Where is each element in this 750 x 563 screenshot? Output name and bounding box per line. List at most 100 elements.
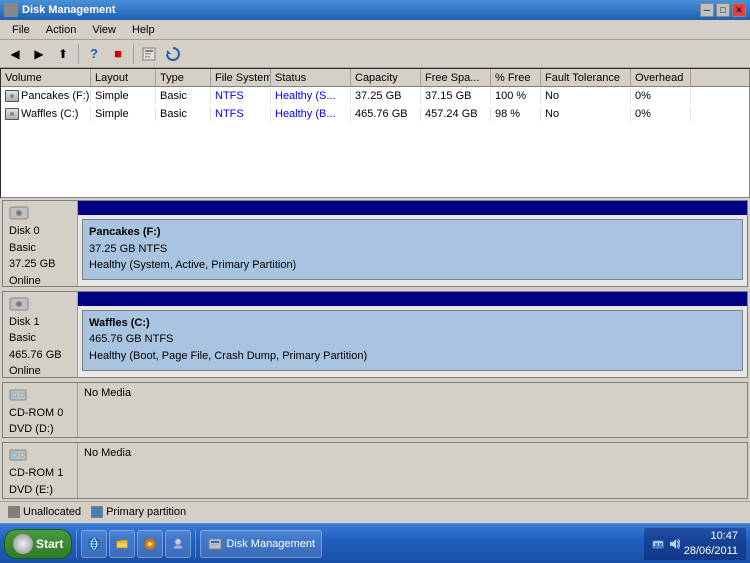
cell-free-1: 457.24 GB	[421, 107, 491, 121]
disk-1-status: Online	[9, 363, 71, 380]
cell-volume-0: Pancakes (F:)	[1, 89, 91, 103]
disk-1-partitions: Waffles (C:) 465.76 GB NTFS Healthy (Boo…	[78, 306, 747, 377]
cdrom-1-label: CD-ROM 1 DVD (E:)	[3, 443, 78, 497]
cell-type-0: Basic	[156, 89, 211, 103]
window-controls: ─ □ ✕	[700, 3, 746, 17]
disk-0-partitions: Pancakes (F:) 37.25 GB NTFS Healthy (Sys…	[78, 215, 747, 286]
table-row[interactable]: Pancakes (F:) Simple Basic NTFS Healthy …	[1, 87, 749, 105]
quick-launch-ie[interactable]	[81, 530, 107, 558]
disk-0-partition[interactable]: Pancakes (F:) 37.25 GB NTFS Healthy (Sys…	[82, 219, 743, 280]
cdrom-1-content: No Media	[78, 443, 747, 497]
header-type[interactable]: Type	[156, 69, 211, 86]
stop-button[interactable]: ■	[107, 43, 129, 65]
media-icon	[144, 536, 156, 552]
disk-1-partition-size: 465.76 GB NTFS	[89, 331, 736, 348]
quick-launch-media[interactable]	[137, 530, 163, 558]
legend-unallocated: Unallocated	[8, 506, 81, 518]
properties-button[interactable]	[138, 43, 160, 65]
cell-layout-1: Simple	[91, 107, 156, 121]
disk-1-id: Disk 1	[9, 314, 71, 331]
menu-view[interactable]: View	[84, 22, 124, 38]
cell-fault-0: No	[541, 89, 631, 103]
cell-pct-0: 100 %	[491, 89, 541, 103]
cdrom-1-id: CD-ROM 1	[9, 465, 71, 482]
cell-overhead-1: 0%	[631, 107, 691, 121]
cell-status-0: Healthy (S...	[271, 89, 351, 103]
refresh-button[interactable]	[162, 43, 184, 65]
help-button[interactable]: ?	[83, 43, 105, 65]
disk-1-partition-status: Healthy (Boot, Page File, Crash Dump, Pr…	[89, 348, 736, 365]
properties-icon	[141, 46, 157, 62]
header-status[interactable]: Status	[271, 69, 351, 86]
start-button[interactable]: Start	[4, 529, 72, 559]
window-title: Disk Management	[22, 4, 116, 16]
disk-0-type: Basic	[9, 240, 71, 257]
network-icon	[652, 537, 664, 551]
main-window: Disk Management ─ □ ✕ File Action View H…	[0, 0, 750, 563]
forward-button[interactable]: ▶	[28, 43, 50, 65]
header-pct[interactable]: % Free	[491, 69, 541, 86]
disk-1-label: Disk 1 Basic 465.76 GB Online	[3, 292, 78, 377]
volume-table: Volume Layout Type File System Status Ca…	[0, 68, 750, 198]
quick-launch-folder[interactable]	[109, 530, 135, 558]
header-volume[interactable]: Volume	[1, 69, 91, 86]
app-icon	[4, 3, 18, 17]
header-capacity[interactable]: Capacity	[351, 69, 421, 86]
cell-fs-0: NTFS	[211, 89, 271, 103]
ie-icon	[88, 536, 100, 552]
disk-1-header-bar	[78, 292, 747, 306]
disk-icon-1	[5, 108, 19, 120]
disk-1-partition[interactable]: Waffles (C:) 465.76 GB NTFS Healthy (Boo…	[82, 310, 743, 371]
back-button[interactable]: ◀	[4, 43, 26, 65]
minimize-button[interactable]: ─	[700, 3, 714, 17]
header-free[interactable]: Free Spa...	[421, 69, 491, 86]
system-tray: 10:47 28/06/2011	[644, 528, 746, 560]
menu-action[interactable]: Action	[38, 22, 85, 38]
cell-layout-0: Simple	[91, 89, 156, 103]
taskbar-diskmgmt-label: Disk Management	[226, 538, 315, 550]
header-layout[interactable]: Layout	[91, 69, 156, 86]
close-button[interactable]: ✕	[732, 3, 746, 17]
cdrom-0-id: CD-ROM 0	[9, 405, 71, 422]
disk-0-icon	[9, 205, 29, 221]
cdrom-0-media: No Media	[84, 387, 741, 399]
disk-0-label: Disk 0 Basic 37.25 GB Online	[3, 201, 78, 286]
cdrom-1-icon	[9, 447, 27, 463]
clock-time: 10:47	[684, 529, 738, 543]
up-button[interactable]: ⬆	[52, 43, 74, 65]
cdrom-1-type: DVD (E:)	[9, 482, 71, 499]
cell-fault-1: No	[541, 107, 631, 121]
disk-0-content: Pancakes (F:) 37.25 GB NTFS Healthy (Sys…	[78, 201, 747, 286]
disk-1-content: Waffles (C:) 465.76 GB NTFS Healthy (Boo…	[78, 292, 747, 377]
menu-help[interactable]: Help	[124, 22, 163, 38]
cdrom-1-media: No Media	[84, 447, 741, 459]
diskmgmt-taskbar-icon	[207, 536, 223, 552]
menu-file[interactable]: File	[4, 22, 38, 38]
header-fault[interactable]: Fault Tolerance	[541, 69, 631, 86]
cell-capacity-1: 465.76 GB	[351, 107, 421, 121]
cell-overhead-0: 0%	[631, 89, 691, 103]
header-overhead[interactable]: Overhead	[631, 69, 691, 86]
legend-bar: Unallocated Primary partition	[0, 501, 750, 523]
quick-launch-user[interactable]	[165, 530, 191, 558]
table-row[interactable]: Waffles (C:) Simple Basic NTFS Healthy (…	[1, 105, 749, 123]
maximize-button[interactable]: □	[716, 3, 730, 17]
disk-1-row: Disk 1 Basic 465.76 GB Online Waffles (C…	[2, 291, 748, 378]
disk-1-icon	[9, 296, 29, 312]
clock-date: 28/06/2011	[684, 544, 738, 558]
cell-status-1: Healthy (B...	[271, 107, 351, 121]
disk-0-partition-status: Healthy (System, Active, Primary Partiti…	[89, 257, 736, 274]
cdrom-0-type: DVD (D:)	[9, 421, 71, 438]
cell-pct-1: 98 %	[491, 107, 541, 121]
disk-1-type: Basic	[9, 330, 71, 347]
legend-primary-label: Primary partition	[106, 506, 186, 518]
refresh-icon	[165, 46, 181, 62]
disk-0-partition-size: 37.25 GB NTFS	[89, 241, 736, 258]
cell-free-0: 37.15 GB	[421, 89, 491, 103]
header-fs[interactable]: File System	[211, 69, 271, 86]
cell-type-1: Basic	[156, 107, 211, 121]
taskbar-diskmgmt[interactable]: Disk Management	[200, 530, 322, 558]
menu-bar: File Action View Help	[0, 20, 750, 40]
disk-0-header-bar	[78, 201, 747, 215]
disk-0-size: 37.25 GB	[9, 256, 71, 273]
